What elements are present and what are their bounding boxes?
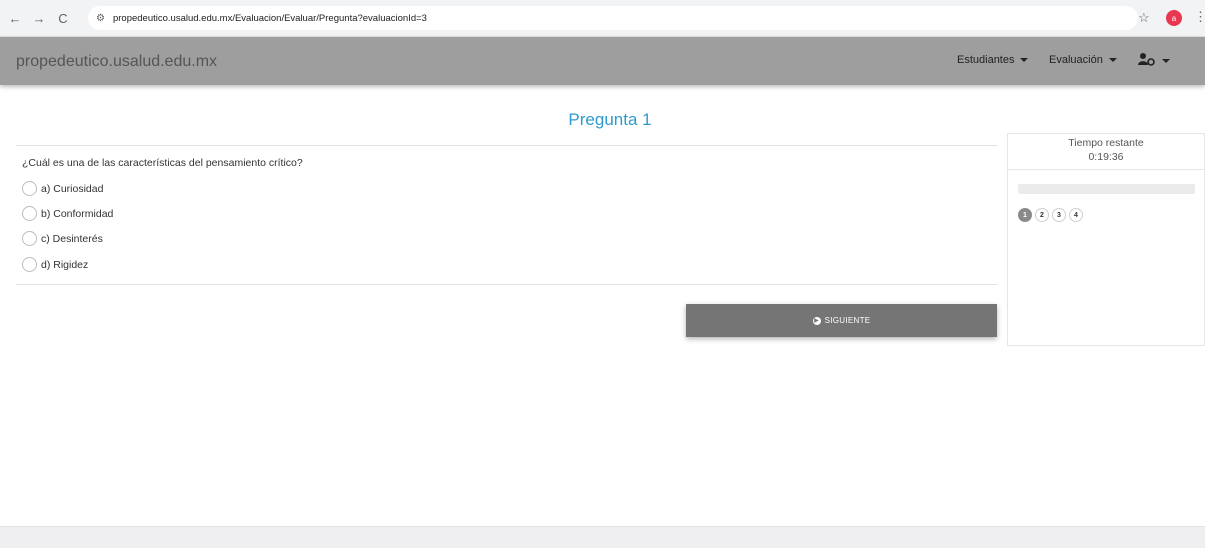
next-button-label: SIGUIENTE <box>824 316 871 325</box>
nav-evaluacion-label: Evaluación <box>1049 54 1103 66</box>
time-remaining-value: 0:19:36 <box>1088 151 1124 163</box>
timer-panel: Tiempo restante 0:19:36 1234 <box>1007 133 1205 346</box>
question-text: ¿Cuál es una de las características del … <box>22 157 303 169</box>
nav-estudiantes-label: Estudiantes <box>957 54 1015 66</box>
question-number-1[interactable]: 1 <box>1018 208 1032 222</box>
radio-button[interactable] <box>22 231 37 246</box>
option-label: d) Rigidez <box>41 258 89 271</box>
browser-menu-icon[interactable]: ⋮ <box>1194 9 1205 25</box>
option-label: a) Curiosidad <box>41 182 104 195</box>
divider <box>16 145 998 146</box>
question-number-3[interactable]: 3 <box>1052 208 1066 222</box>
question-number-4[interactable]: 4 <box>1069 208 1083 222</box>
time-remaining-label: Tiempo restante <box>1068 137 1144 149</box>
radio-button[interactable] <box>22 181 37 196</box>
arrow-right-circle-icon: ▶ <box>812 316 821 325</box>
question-title: Pregunta 1 <box>568 110 652 129</box>
radio-button[interactable] <box>22 206 37 221</box>
progress-bar <box>1018 184 1195 194</box>
nav-dropdown-user[interactable] <box>1138 52 1170 69</box>
answer-option-b[interactable]: b) Conformidad <box>22 206 113 221</box>
page-footer <box>0 526 1205 548</box>
browser-toolbar: ← → C ⚙ propedeutico.usalud.edu.mx/Evalu… <box>0 0 1205 37</box>
next-button[interactable]: ▶ SIGUIENTE <box>686 304 997 337</box>
caret-down-icon <box>1108 58 1117 62</box>
profile-avatar[interactable]: a <box>1166 10 1182 26</box>
nav-dropdown-estudiantes[interactable]: Estudiantes <box>957 54 1029 66</box>
caret-down-icon <box>1162 58 1170 63</box>
brand-link[interactable]: propedeutico.usalud.edu.mx <box>16 53 217 71</box>
timer-header: Tiempo restante 0:19:36 <box>1008 134 1204 170</box>
radio-button[interactable] <box>22 257 37 272</box>
app-navbar: propedeutico.usalud.edu.mx Estudiantes E… <box>0 37 1205 85</box>
question-navigator: 1234 <box>1018 208 1086 222</box>
forward-arrow-icon[interactable]: → <box>30 9 48 27</box>
caret-down-icon <box>1020 58 1029 62</box>
answer-option-a[interactable]: a) Curiosidad <box>22 181 103 196</box>
nav-dropdown-evaluacion[interactable]: Evaluación <box>1049 54 1117 66</box>
url-text[interactable]: propedeutico.usalud.edu.mx/Evaluacion/Ev… <box>113 13 427 24</box>
answer-option-c[interactable]: c) Desinterés <box>22 231 103 246</box>
answer-option-d[interactable]: d) Rigidez <box>22 257 88 272</box>
back-arrow-icon[interactable]: ← <box>6 9 24 27</box>
address-bar[interactable]: ⚙ propedeutico.usalud.edu.mx/Evaluacion/… <box>88 6 1138 30</box>
option-label: c) Desinterés <box>41 232 103 245</box>
reload-icon[interactable]: C <box>54 9 72 27</box>
user-cog-icon <box>1138 52 1156 69</box>
option-label: b) Conformidad <box>41 207 114 220</box>
bookmark-star-icon[interactable]: ☆ <box>1138 10 1150 26</box>
site-settings-icon[interactable]: ⚙ <box>96 13 105 24</box>
question-number-2[interactable]: 2 <box>1035 208 1049 222</box>
divider <box>16 284 998 285</box>
